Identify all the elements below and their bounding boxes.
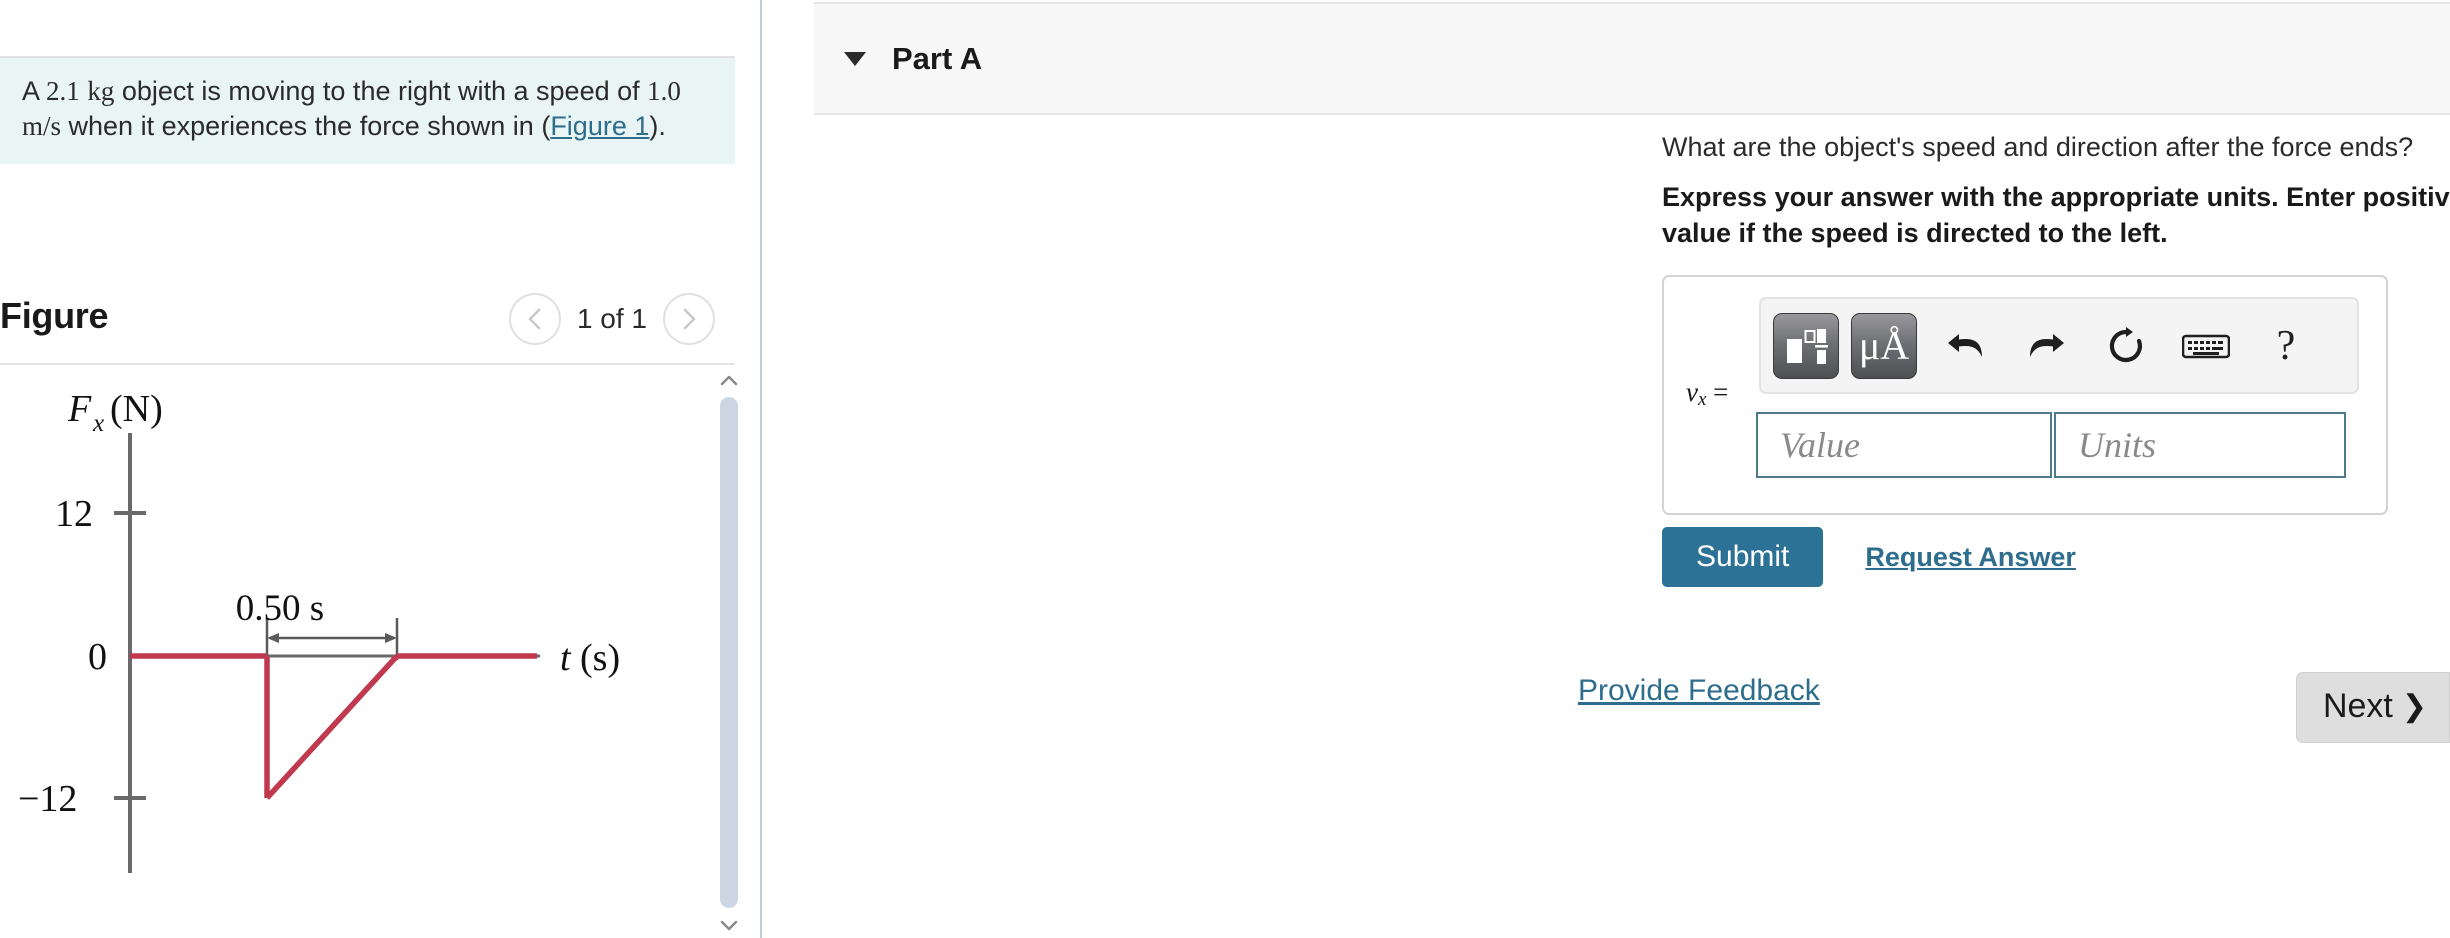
svg-text:F: F xyxy=(67,388,92,430)
answer-variable-label: vx = xyxy=(1686,377,1728,411)
figure-header: Figure 1 of 1 xyxy=(0,285,735,365)
problem-seg-1: A xyxy=(22,76,39,106)
undo-button[interactable] xyxy=(1935,313,1997,379)
reset-circular-arrow-icon xyxy=(2109,326,2142,362)
figure-scrollbar[interactable] xyxy=(716,367,742,938)
mastering-physics-problem-page: A 2.1 kg object is moving to the right w… xyxy=(0,0,2450,938)
problem-seg-3: when it experiences the force shown in xyxy=(68,111,534,142)
chevron-down-icon xyxy=(720,920,738,931)
svg-text:(N): (N) xyxy=(110,388,163,430)
variable-subscript-x: x xyxy=(1697,389,1707,410)
part-a-title: Part A xyxy=(892,40,983,76)
value-input-placeholder: Value xyxy=(1780,425,1860,465)
svg-text:t: t xyxy=(560,637,572,679)
scroll-down-button[interactable] xyxy=(716,912,742,938)
force-vs-time-graph: F x (N) 12 0 −12 t (s) 0.50 s xyxy=(18,388,620,873)
figure-1-link[interactable]: Figure 1 xyxy=(550,111,649,141)
question-prompt: What are the object's speed and directio… xyxy=(1662,132,2414,162)
provide-feedback-link[interactable]: Provide Feedback xyxy=(1578,674,1820,708)
svg-text:−12: −12 xyxy=(18,778,77,820)
chevron-right-icon xyxy=(683,308,696,330)
submit-button[interactable]: Submit xyxy=(1662,527,1824,587)
svg-text:x: x xyxy=(92,410,104,437)
chevron-right-icon: ❯ xyxy=(2401,690,2427,723)
units-entry-button[interactable]: μÅ xyxy=(1851,312,1917,379)
answer-instruction: Express your answer with the appropriate… xyxy=(1662,182,2450,248)
problem-speed-value: 1.0 xyxy=(647,76,681,106)
redo-arrow-icon xyxy=(2030,333,2064,357)
reset-button[interactable] xyxy=(2095,313,2157,379)
svg-text:12: 12 xyxy=(55,493,93,535)
figure-next-button[interactable] xyxy=(663,293,715,345)
request-answer-link[interactable]: Request Answer xyxy=(1865,542,2076,573)
svg-text:0: 0 xyxy=(88,636,107,678)
part-a-header[interactable]: Part A xyxy=(814,2,2450,115)
problem-open-paren: ( xyxy=(541,111,551,142)
figure-panel-title: Figure xyxy=(0,295,109,336)
units-input-placeholder: Units xyxy=(2078,425,2157,465)
figure-counter: 1 of 1 xyxy=(576,303,647,334)
problem-mass-value: 2.1 xyxy=(46,76,80,106)
submit-row: Submit Request Answer xyxy=(1662,527,2076,587)
chevron-left-icon xyxy=(528,308,541,330)
problem-statement-text: A 2.1 kg object is moving to the right w… xyxy=(22,74,713,144)
left-panel: A 2.1 kg object is moving to the right w… xyxy=(0,0,762,938)
svg-text:(s): (s) xyxy=(580,637,620,679)
next-button-label: Next xyxy=(2322,687,2393,725)
figure-prev-button[interactable] xyxy=(508,293,561,345)
math-entry-toolbar: μÅ ? xyxy=(1759,297,2359,394)
help-button[interactable]: ? xyxy=(2255,313,2317,379)
figure-body: F x (N) 12 0 −12 t (s) 0.50 s xyxy=(0,367,735,938)
scrollbar-thumb[interactable] xyxy=(720,397,738,908)
variable-v: v xyxy=(1686,377,1698,407)
equals-sign: = xyxy=(1713,377,1729,407)
problem-seg-2: object is moving to the right with a spe… xyxy=(121,76,640,106)
problem-speed-unit: m/s xyxy=(22,111,62,142)
value-input[interactable]: Value xyxy=(1756,412,2052,478)
graph-annotation-050s: 0.50 s xyxy=(236,588,324,629)
problem-statement: A 2.1 kg object is moving to the right w… xyxy=(0,56,735,165)
problem-close-paren: ). xyxy=(649,111,666,142)
keyboard-icon xyxy=(2182,334,2230,358)
chevron-up-icon xyxy=(720,375,738,386)
answer-entry-box: μÅ ? vx = Value Units xyxy=(1662,275,2388,515)
math-template-button[interactable] xyxy=(1773,312,1839,379)
micro-angstrom-units-icon: μÅ xyxy=(1858,322,1910,368)
caret-down-icon[interactable] xyxy=(844,51,866,66)
next-button[interactable]: Next ❯ xyxy=(2295,672,2450,743)
right-panel: Part A What are the object's speed and d… xyxy=(764,0,2450,938)
scroll-up-button[interactable] xyxy=(716,367,742,393)
math-template-icon xyxy=(1787,328,1828,364)
redo-button[interactable] xyxy=(2015,313,2077,379)
problem-mass-unit: kg xyxy=(87,76,115,106)
keyboard-button[interactable] xyxy=(2175,313,2237,379)
question-mark-icon: ? xyxy=(2276,322,2296,369)
units-input[interactable]: Units xyxy=(2054,412,2346,478)
undo-arrow-icon xyxy=(1948,333,1982,357)
figure-navigation: 1 of 1 xyxy=(508,293,715,345)
